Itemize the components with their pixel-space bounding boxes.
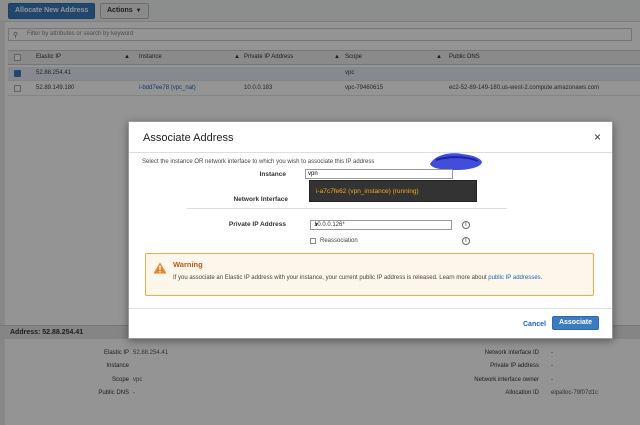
private-ip-select[interactable]: 10.0.0.126* ▼ bbox=[310, 220, 452, 230]
warning-title: Warning bbox=[173, 260, 203, 269]
warning-alert: Warning If you associate an Elastic IP a… bbox=[145, 253, 594, 296]
close-icon[interactable]: × bbox=[594, 130, 601, 144]
network-interface-label: Network Interface bbox=[233, 196, 288, 203]
instance-input-box[interactable] bbox=[305, 169, 453, 179]
divider bbox=[129, 152, 612, 153]
dialog-description: Select the instance OR network interface… bbox=[142, 159, 375, 165]
associate-address-dialog: Associate Address × Select the instance … bbox=[128, 121, 613, 339]
info-icon[interactable]: i bbox=[462, 237, 470, 245]
reassociation-checkbox[interactable] bbox=[310, 238, 316, 244]
warning-period: . bbox=[540, 275, 543, 281]
public-ip-addresses-link[interactable]: public IP addresses bbox=[488, 275, 540, 281]
dropdown-caret-icon: ▼ bbox=[314, 222, 319, 228]
cancel-button[interactable]: Cancel bbox=[523, 321, 546, 328]
divider bbox=[187, 208, 507, 209]
warning-icon bbox=[153, 262, 167, 274]
warning-message: If you associate an Elastic IP address w… bbox=[173, 275, 487, 281]
instance-option[interactable]: i-a7c7fe62 (vpn_instance) (running) bbox=[316, 188, 419, 195]
reassociation-label[interactable]: Reassociation bbox=[320, 238, 358, 244]
associate-button[interactable]: Associate bbox=[552, 316, 599, 330]
info-icon[interactable]: i bbox=[462, 221, 470, 229]
warning-text: If you associate an Elastic IP address w… bbox=[173, 274, 588, 283]
instance-autocomplete-dropdown[interactable]: i-a7c7fe62 (vpn_instance) (running) bbox=[309, 180, 477, 202]
instance-label: Instance bbox=[259, 171, 286, 178]
instance-input[interactable] bbox=[308, 170, 448, 178]
divider bbox=[129, 308, 612, 309]
private-ip-label: Private IP Address bbox=[228, 221, 286, 228]
dialog-title: Associate Address bbox=[143, 132, 234, 144]
